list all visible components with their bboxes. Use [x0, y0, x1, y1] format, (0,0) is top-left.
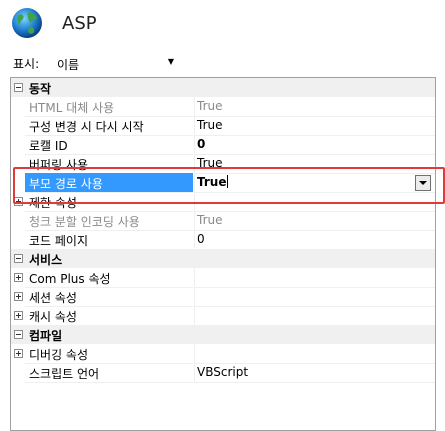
property-value: VBScript	[197, 365, 249, 379]
globe-icon	[12, 8, 42, 38]
property-name: Com Plus 속성	[29, 272, 111, 286]
expand-icon[interactable]	[14, 349, 23, 358]
category-compilation[interactable]: 컴파일	[11, 325, 435, 344]
property-value: True	[197, 213, 223, 227]
property-row[interactable]: 스크립트 언어 VBScript	[11, 363, 435, 383]
property-name: 부모 경로 사용	[29, 177, 103, 191]
property-grid: 동작 HTML 대체 사용 True 구성 변경 시 다시 시작 True 로캘…	[10, 77, 436, 431]
property-name: 버퍼링 사용	[29, 158, 89, 172]
property-value: True	[197, 156, 223, 170]
property-name: 캐시 속성	[29, 310, 77, 324]
property-value: 0	[197, 232, 205, 246]
property-value: True	[197, 118, 223, 132]
view-label: 표시:	[13, 57, 40, 71]
property-value: True	[197, 99, 223, 113]
property-name: 디버깅 속성	[29, 348, 89, 362]
property-value-editor[interactable]: True	[197, 175, 229, 189]
category-behavior[interactable]: 동작	[11, 78, 435, 97]
property-row-selected[interactable]: 부모 경로 사용 True	[11, 173, 435, 193]
property-row[interactable]: 청크 분할 인코딩 사용 True	[11, 211, 435, 231]
property-row[interactable]: 세션 속성	[11, 287, 435, 307]
category-services[interactable]: 서비스	[11, 249, 435, 268]
chevron-down-icon: ▼	[167, 57, 174, 66]
property-name: 제한 속성	[29, 196, 77, 210]
property-row[interactable]: 구성 변경 시 다시 시작 True	[11, 116, 435, 136]
property-name: 구성 변경 시 다시 시작	[29, 120, 144, 134]
collapse-icon[interactable]	[14, 83, 23, 92]
value-dropdown-button[interactable]	[415, 175, 431, 191]
text-caret	[227, 175, 229, 188]
property-row[interactable]: 버퍼링 사용 True	[11, 154, 435, 174]
view-select[interactable]: 이름 ▼	[50, 52, 180, 74]
property-row[interactable]: 디버깅 속성	[11, 344, 435, 364]
expand-icon[interactable]	[14, 292, 23, 301]
collapse-icon[interactable]	[14, 254, 23, 263]
view-select-value: 이름	[57, 58, 80, 72]
property-row[interactable]: HTML 대체 사용 True	[11, 97, 435, 117]
expand-icon[interactable]	[14, 311, 23, 320]
property-name: 스크립트 언어	[29, 367, 100, 381]
property-name: 로캘 ID	[29, 139, 68, 153]
property-row[interactable]: 제한 속성	[11, 192, 435, 212]
property-name: 청크 분할 인코딩 사용	[29, 215, 140, 229]
property-name: HTML 대체 사용	[29, 101, 115, 115]
property-row[interactable]: 코드 페이지 0	[11, 230, 435, 250]
expand-icon[interactable]	[14, 197, 23, 206]
property-name: 코드 페이지	[29, 234, 89, 248]
category-label: 컴파일	[29, 329, 63, 343]
property-row[interactable]: 캐시 속성	[11, 306, 435, 326]
header: ASP	[10, 6, 430, 42]
page-title: ASP	[62, 13, 97, 34]
property-row[interactable]: Com Plus 속성	[11, 268, 435, 288]
property-row[interactable]: 로캘 ID 0	[11, 135, 435, 155]
view-toolbar: 표시: 이름 ▼	[10, 52, 430, 74]
property-value: True	[197, 175, 227, 189]
collapse-icon[interactable]	[14, 330, 23, 339]
property-value: 0	[197, 137, 206, 151]
category-label: 동작	[29, 82, 52, 96]
property-name: 세션 속성	[29, 291, 77, 305]
category-label: 서비스	[29, 253, 63, 267]
expand-icon[interactable]	[14, 273, 23, 282]
